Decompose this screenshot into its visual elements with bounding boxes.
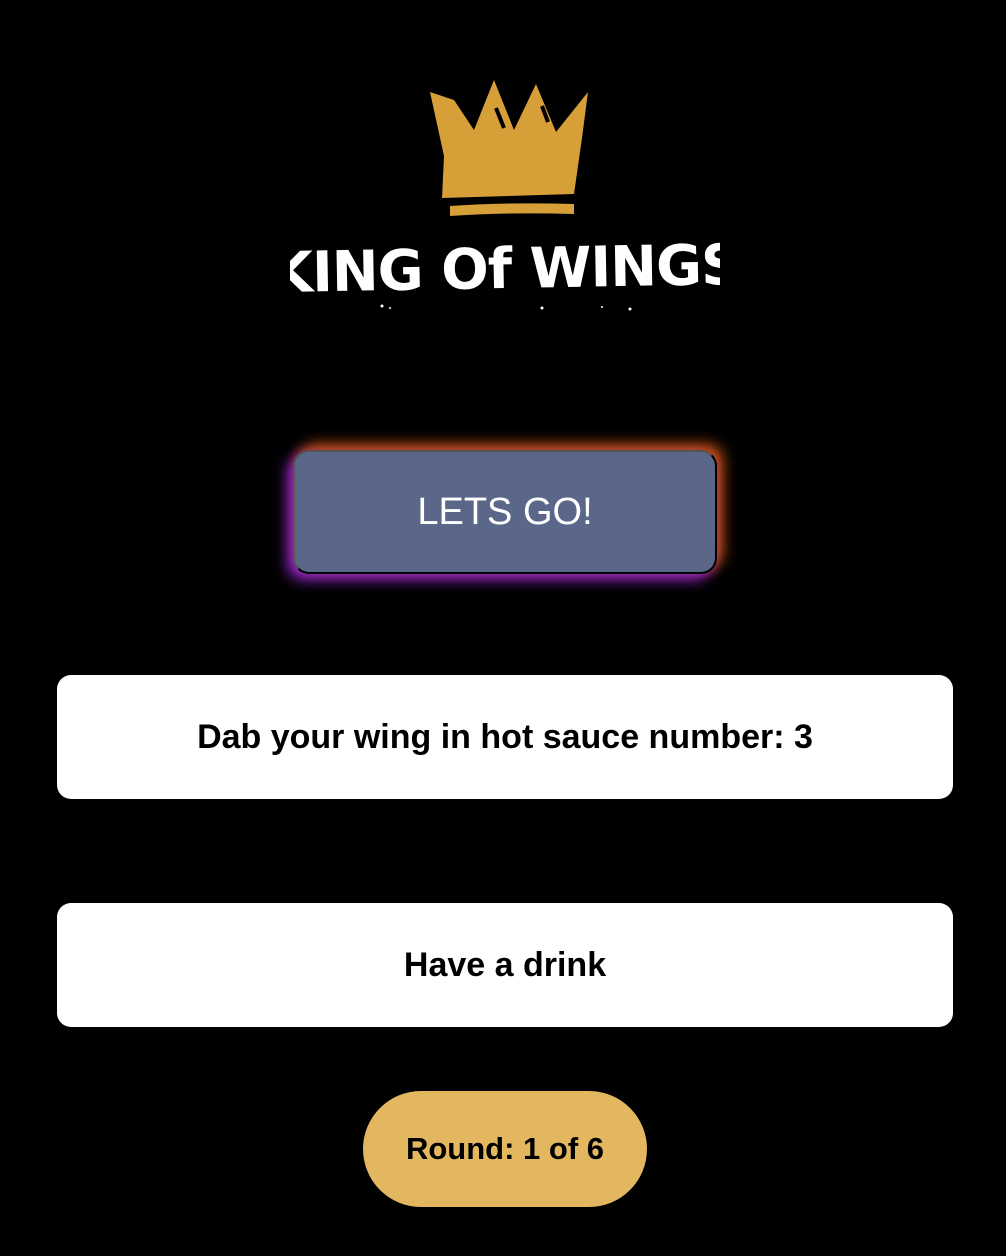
crown-icon — [430, 80, 588, 216]
challenge-card: Dab your wing in hot sauce number: 3 — [57, 675, 953, 799]
challenge-card-text: Dab your wing in hot sauce number: 3 — [197, 717, 813, 756]
logo-wordmark: KING Of WINGS — [290, 233, 720, 311]
round-indicator: Round: 1 of 6 — [363, 1091, 647, 1207]
drink-card: Have a drink — [57, 903, 953, 1027]
logo-text: KING Of WINGS — [290, 233, 720, 306]
drink-card-text: Have a drink — [403, 945, 607, 984]
round-indicator-text: Round: 1 of 6 — [405, 1131, 605, 1166]
app-screen: KING Of WINGS LETS GO! Dab your wing in … — [0, 0, 1006, 1256]
lets-go-button[interactable]: LETS GO! — [293, 450, 717, 574]
